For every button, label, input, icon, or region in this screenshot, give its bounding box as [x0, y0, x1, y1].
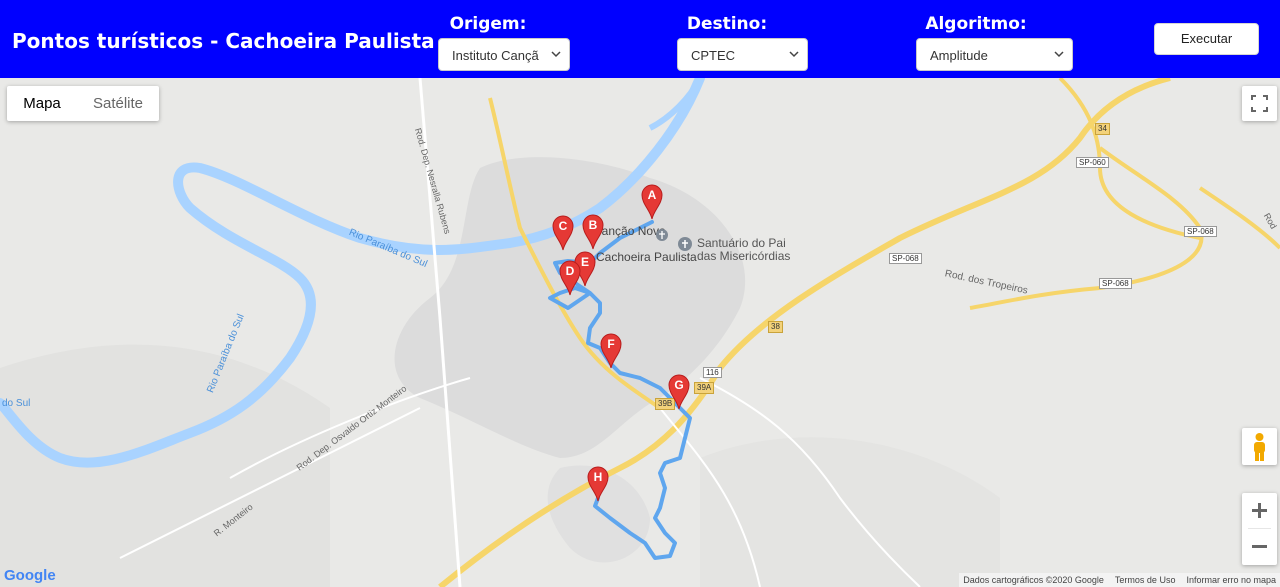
- plus-icon: [1252, 503, 1267, 518]
- marker-label: D: [565, 264, 575, 278]
- destination-label: Destino:: [686, 14, 768, 34]
- road-shield: 34: [1095, 123, 1110, 135]
- zoom-in-button[interactable]: [1242, 493, 1277, 528]
- chevron-down-icon: [551, 51, 561, 58]
- map-type-satellite-button[interactable]: Satélite: [77, 86, 159, 121]
- google-logo-text: Google: [4, 567, 56, 584]
- church-icon: [656, 229, 668, 241]
- map-marker-d[interactable]: D: [559, 260, 581, 296]
- fullscreen-button[interactable]: [1242, 86, 1277, 121]
- town-label: Cachoeira Paulista: [596, 250, 697, 264]
- destination-value: CPTEC: [691, 48, 736, 63]
- fullscreen-icon: [1251, 95, 1268, 112]
- origin-label: Origem:: [449, 14, 527, 34]
- place-label-misericordias: das Misericórdias: [697, 249, 791, 263]
- algorithm-select[interactable]: Amplitude: [916, 38, 1073, 71]
- map-attribution: Dados cartográficos ©2020 Google Termos …: [959, 573, 1280, 587]
- road-shield: SP-068: [1184, 226, 1217, 237]
- road-shield: 39A: [694, 382, 715, 394]
- zoom-out-button[interactable]: [1242, 529, 1277, 564]
- road-shield: SP-060: [1076, 157, 1109, 168]
- run-button[interactable]: Executar: [1154, 23, 1259, 55]
- river-label: do Sul: [2, 398, 31, 409]
- map-canvas: [0, 78, 1280, 587]
- terms-link[interactable]: Termos de Uso: [1115, 575, 1176, 585]
- map-view[interactable]: Canção Nova Santuário do Pai das Miseric…: [0, 78, 1280, 587]
- origin-value: Instituto Cançã: [452, 48, 539, 63]
- road-shield: 38: [768, 321, 783, 333]
- place-label-santuario: Santuário do Pai: [697, 236, 786, 250]
- marker-label: F: [607, 337, 615, 351]
- chevron-down-icon: [1054, 51, 1064, 58]
- map-marker-g[interactable]: G: [668, 374, 690, 410]
- marker-label: G: [674, 378, 684, 392]
- algorithm-value: Amplitude: [930, 48, 988, 63]
- road-shield: SP-068: [1099, 278, 1132, 289]
- map-marker-c[interactable]: C: [552, 215, 574, 251]
- marker-label: C: [558, 219, 568, 233]
- google-logo[interactable]: Google: [4, 567, 56, 584]
- report-error-link[interactable]: Informar erro no mapa: [1186, 575, 1276, 585]
- minus-icon: [1252, 545, 1267, 548]
- map-type-map-button[interactable]: Mapa: [7, 86, 77, 121]
- marker-label: H: [593, 470, 603, 484]
- origin-select[interactable]: Instituto Cançã: [438, 38, 570, 71]
- chevron-down-icon: [789, 51, 799, 58]
- marker-label: B: [588, 218, 598, 232]
- map-data-credit: Dados cartográficos ©2020 Google: [963, 575, 1104, 585]
- road-shield: 116: [703, 367, 722, 378]
- map-type-control: Mapa Satélite: [7, 86, 159, 121]
- app-header: Pontos turísticos - Cachoeira Paulista O…: [0, 0, 1280, 78]
- map-marker-f[interactable]: F: [600, 333, 622, 369]
- street-view-pegman[interactable]: [1242, 428, 1277, 465]
- map-marker-a[interactable]: A: [641, 184, 663, 220]
- pegman-icon: [1254, 433, 1265, 461]
- algorithm-label: Algoritmo:: [925, 14, 1027, 34]
- destination-select[interactable]: CPTEC: [677, 38, 808, 71]
- zoom-control: [1242, 493, 1277, 565]
- marker-label: A: [647, 188, 657, 202]
- road-shield: SP-068: [889, 253, 922, 264]
- map-marker-h[interactable]: H: [587, 466, 609, 502]
- map-marker-b[interactable]: B: [582, 214, 604, 250]
- page-title: Pontos turísticos - Cachoeira Paulista: [12, 29, 435, 53]
